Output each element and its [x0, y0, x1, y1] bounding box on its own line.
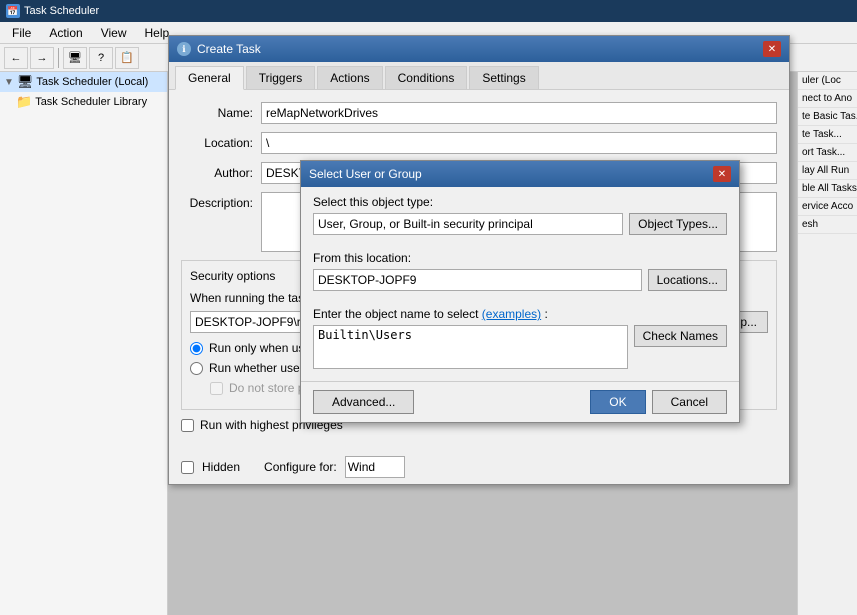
description-label: Description:	[181, 192, 261, 210]
location-row: Location:	[181, 132, 777, 154]
su-enter-label: Enter the object name to select (example…	[313, 307, 727, 321]
locations-button[interactable]: Locations...	[648, 269, 727, 291]
location-label: Location:	[181, 136, 261, 150]
cancel-button[interactable]: Cancel	[652, 390, 727, 414]
configure-label: Configure for:	[264, 460, 337, 474]
radio-whether-logged-input[interactable]	[190, 362, 203, 375]
select-user-close-button[interactable]: ✕	[713, 166, 731, 182]
hidden-label: Hidden	[202, 460, 240, 474]
do-not-store-checkbox[interactable]	[210, 382, 223, 395]
tab-actions[interactable]: Actions	[317, 66, 382, 89]
su-location-row: Locations...	[313, 269, 727, 291]
su-object-name-row: Check Names	[313, 325, 727, 369]
select-user-title: Select User or Group	[309, 167, 422, 181]
su-bottom-left: Advanced...	[313, 390, 414, 414]
su-object-type-section: Select this object type: Object Types...	[301, 195, 739, 243]
su-colon: :	[544, 307, 547, 321]
su-object-name-section: Enter the object name to select (example…	[301, 307, 739, 377]
radio-logged-on-input[interactable]	[190, 342, 203, 355]
dialog-icon: ℹ	[177, 42, 191, 56]
su-object-type-label: Select this object type:	[313, 195, 727, 209]
tabs-bar: General Triggers Actions Conditions Sett…	[169, 62, 789, 90]
location-input[interactable]	[261, 132, 777, 154]
advanced-button[interactable]: Advanced...	[313, 390, 414, 414]
su-examples-link[interactable]: (examples)	[482, 307, 541, 321]
hidden-checkbox[interactable]	[181, 461, 194, 474]
object-types-button[interactable]: Object Types...	[629, 213, 727, 235]
dialog-overlay: ℹ Create Task ✕ General Triggers Actions…	[0, 0, 857, 615]
tab-general[interactable]: General	[175, 66, 244, 90]
check-names-button[interactable]: Check Names	[634, 325, 727, 347]
su-titlebar-left: Select User or Group	[309, 167, 422, 181]
select-user-titlebar: Select User or Group ✕	[301, 161, 739, 187]
tab-settings[interactable]: Settings	[469, 66, 538, 89]
tab-triggers[interactable]: Triggers	[246, 66, 316, 89]
name-row: Name:	[181, 102, 777, 124]
su-location-label: From this location:	[313, 251, 727, 265]
name-label: Name:	[181, 106, 261, 120]
dialog-bottom: Hidden Configure for:	[169, 450, 789, 484]
su-object-type-input[interactable]	[313, 213, 623, 235]
create-task-close-button[interactable]: ✕	[763, 41, 781, 57]
ok-button[interactable]: OK	[590, 390, 645, 414]
su-bottom: Advanced... OK Cancel	[301, 381, 739, 422]
create-task-title: Create Task	[197, 42, 261, 56]
create-task-titlebar: ℹ Create Task ✕	[169, 36, 789, 62]
su-object-name-input[interactable]	[313, 325, 628, 369]
tab-conditions[interactable]: Conditions	[385, 66, 468, 89]
su-object-type-row: Object Types...	[313, 213, 727, 235]
su-location-input[interactable]	[313, 269, 642, 291]
select-user-dialog: Select User or Group ✕ Select this objec…	[300, 160, 740, 423]
su-bottom-right: OK Cancel	[590, 390, 727, 414]
titlebar-left: ℹ Create Task	[177, 42, 261, 56]
configure-input[interactable]	[345, 456, 405, 478]
name-input[interactable]	[261, 102, 777, 124]
su-enter-text: Enter the object name to select	[313, 307, 478, 321]
su-location-section: From this location: Locations...	[301, 251, 739, 299]
author-label: Author:	[181, 166, 261, 180]
highest-privileges-checkbox[interactable]	[181, 419, 194, 432]
